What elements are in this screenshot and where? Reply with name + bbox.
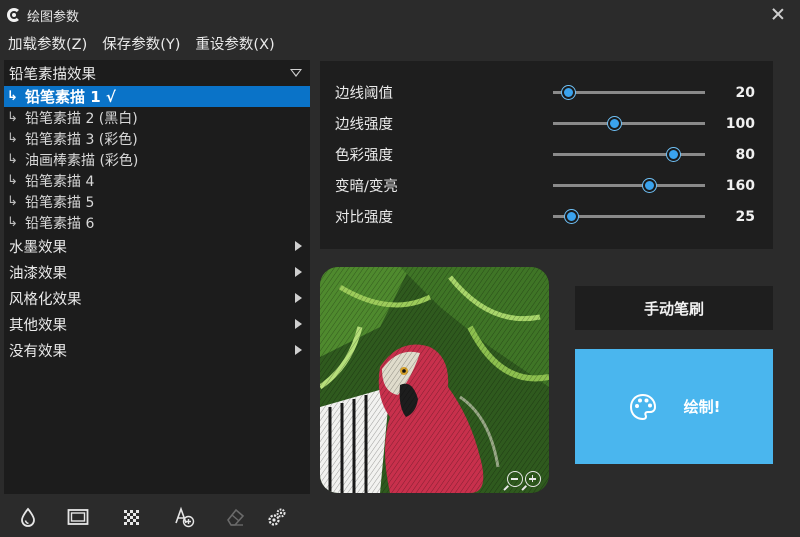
manual-brush-button[interactable]: 手动笔刷 bbox=[575, 286, 773, 330]
effect-item-label: 铅笔素描 1 √ bbox=[25, 88, 116, 106]
slider-thumb[interactable] bbox=[667, 148, 681, 161]
param-value: 100 bbox=[725, 115, 755, 132]
bottom-toolbar bbox=[0, 498, 310, 537]
effect-item-label: 铅笔素描 4 bbox=[25, 173, 95, 190]
group-label: 油漆效果 bbox=[9, 265, 67, 282]
sub-item-arrow-icon: ↳ bbox=[7, 215, 18, 230]
slider-thumb[interactable] bbox=[562, 86, 576, 99]
effect-item[interactable]: ↳ 铅笔素描 4 bbox=[4, 170, 310, 191]
param-label: 边线阈值 bbox=[335, 86, 393, 102]
param-label: 对比强度 bbox=[335, 210, 393, 226]
slider-thumb[interactable] bbox=[642, 179, 656, 192]
expand-arrow-icon[interactable] bbox=[295, 241, 302, 251]
preview-image[interactable] bbox=[320, 267, 549, 493]
param-slider[interactable] bbox=[553, 148, 705, 161]
app-logo-icon bbox=[7, 8, 21, 22]
window-title: 绘图参数 bbox=[27, 9, 80, 25]
effect-item-selected[interactable]: ↳ 铅笔素描 1 √ bbox=[4, 86, 310, 107]
menu-save-params[interactable]: 保存参数(Y) bbox=[102, 33, 180, 54]
effect-item-label: 铅笔素描 5 bbox=[25, 194, 95, 211]
param-label: 色彩强度 bbox=[335, 148, 393, 164]
droplet-icon[interactable] bbox=[17, 506, 39, 528]
param-row-contrast: 对比强度 25 bbox=[320, 201, 773, 232]
sub-item-arrow-icon: ↳ bbox=[7, 89, 18, 104]
menu-reset-params[interactable]: 重设参数(X) bbox=[195, 33, 274, 54]
params-panel: 边线阈值 20 边线强度 100 色彩强度 80 变暗/变亮 160 对比强度 … bbox=[320, 61, 773, 249]
sub-item-arrow-icon: ↳ bbox=[7, 152, 18, 167]
frame-icon[interactable] bbox=[67, 506, 89, 528]
effect-item-label: 铅笔素描 3 (彩色) bbox=[25, 131, 138, 148]
param-row-edge-strength: 边线强度 100 bbox=[320, 108, 773, 139]
param-row-edge-threshold: 边线阈值 20 bbox=[320, 77, 773, 108]
group-label: 铅笔素描效果 bbox=[9, 66, 96, 83]
menu-load-params[interactable]: 加载参数(Z) bbox=[8, 33, 87, 54]
effect-item-label: 铅笔素描 6 bbox=[25, 215, 95, 232]
menu-bar: 加载参数(Z) 保存参数(Y) 重设参数(X) bbox=[0, 30, 290, 56]
sub-item-arrow-icon: ↳ bbox=[7, 173, 18, 188]
effect-item[interactable]: ↳ 铅笔素描 2 (黑白) bbox=[4, 107, 310, 128]
eraser-icon[interactable] bbox=[224, 506, 246, 528]
collapse-arrow-icon[interactable] bbox=[290, 69, 302, 77]
palette-icon bbox=[629, 393, 656, 420]
param-label: 变暗/变亮 bbox=[335, 179, 398, 195]
add-text-icon[interactable] bbox=[173, 506, 195, 528]
effect-item[interactable]: ↳ 油画棒素描 (彩色) bbox=[4, 149, 310, 170]
expand-arrow-icon[interactable] bbox=[295, 345, 302, 355]
preview-image-art bbox=[320, 267, 549, 493]
effects-tree: 铅笔素描效果 ↳ 铅笔素描 1 √ ↳ 铅笔素描 2 (黑白) ↳ 铅笔素描 3… bbox=[4, 60, 310, 494]
draw-button[interactable]: 绘制! bbox=[575, 349, 773, 464]
group-ink-wash[interactable]: 水墨效果 bbox=[4, 233, 310, 259]
param-slider[interactable] bbox=[553, 117, 705, 130]
title-bar: 绘图参数 bbox=[0, 0, 800, 30]
group-pencil-sketch[interactable]: 铅笔素描效果 bbox=[4, 60, 310, 86]
settings-icon[interactable] bbox=[266, 506, 288, 528]
group-label: 风格化效果 bbox=[9, 291, 82, 308]
slider-thumb[interactable] bbox=[607, 117, 621, 130]
param-row-color-strength: 色彩强度 80 bbox=[320, 139, 773, 170]
effect-item-label: 油画棒素描 (彩色) bbox=[25, 152, 139, 169]
effect-item[interactable]: ↳ 铅笔素描 3 (彩色) bbox=[4, 128, 310, 149]
param-value: 20 bbox=[735, 84, 755, 101]
zoom-in-icon[interactable] bbox=[521, 471, 541, 490]
param-slider[interactable] bbox=[553, 86, 705, 99]
expand-arrow-icon[interactable] bbox=[295, 293, 302, 303]
group-stylize[interactable]: 风格化效果 bbox=[4, 285, 310, 311]
effect-item-label: 铅笔素描 2 (黑白) bbox=[25, 110, 138, 127]
param-value: 80 bbox=[735, 146, 755, 163]
group-label: 其他效果 bbox=[9, 317, 67, 334]
group-paint[interactable]: 油漆效果 bbox=[4, 259, 310, 285]
param-value: 160 bbox=[725, 177, 755, 194]
sub-item-arrow-icon: ↳ bbox=[7, 131, 18, 146]
group-label: 没有效果 bbox=[9, 343, 67, 360]
group-label: 水墨效果 bbox=[9, 239, 67, 256]
param-slider[interactable] bbox=[553, 179, 705, 192]
effect-item[interactable]: ↳ 铅笔素描 6 bbox=[4, 212, 310, 233]
param-slider[interactable] bbox=[553, 210, 705, 223]
param-row-brightness: 变暗/变亮 160 bbox=[320, 170, 773, 201]
expand-arrow-icon[interactable] bbox=[295, 319, 302, 329]
expand-arrow-icon[interactable] bbox=[295, 267, 302, 277]
sub-item-arrow-icon: ↳ bbox=[7, 110, 18, 125]
param-value: 25 bbox=[735, 208, 755, 225]
zoom-controls bbox=[503, 471, 541, 490]
sub-item-arrow-icon: ↳ bbox=[7, 194, 18, 209]
param-label: 边线强度 bbox=[335, 117, 393, 133]
close-icon[interactable] bbox=[770, 6, 786, 22]
group-other[interactable]: 其他效果 bbox=[4, 311, 310, 337]
draw-button-label: 绘制! bbox=[683, 398, 721, 416]
zoom-out-icon[interactable] bbox=[503, 471, 523, 490]
group-none[interactable]: 没有效果 bbox=[4, 337, 310, 363]
checkerboard-icon[interactable] bbox=[120, 506, 142, 528]
effect-item[interactable]: ↳ 铅笔素描 5 bbox=[4, 191, 310, 212]
slider-thumb[interactable] bbox=[565, 210, 579, 223]
